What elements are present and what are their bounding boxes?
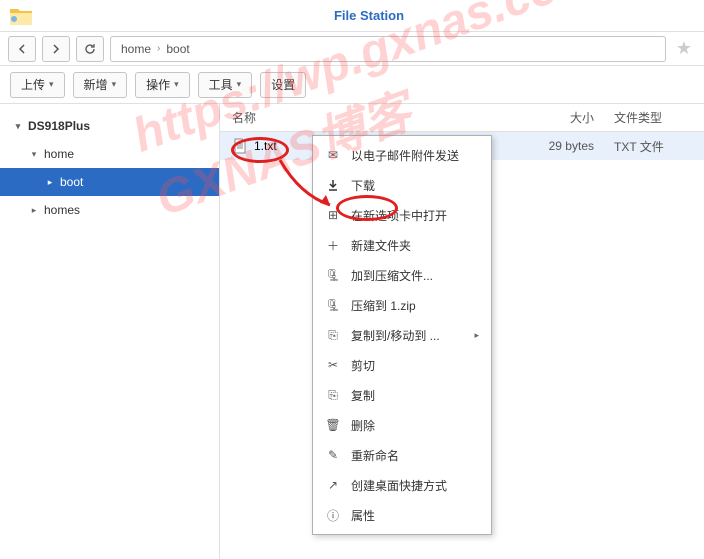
chevron-right-icon: › xyxy=(157,43,160,54)
app-folder-icon xyxy=(8,5,34,27)
new-button[interactable]: 新增▾ xyxy=(73,72,128,98)
menu-send-email[interactable]: ✉以电子邮件附件发送 xyxy=(313,140,491,170)
plus-box-icon: ⊞ xyxy=(325,207,341,223)
menu-properties[interactable]: ⓘ属性 xyxy=(313,500,491,530)
tree-homes[interactable]: ▸ homes xyxy=(0,196,219,224)
text-file-icon xyxy=(232,138,248,154)
app-title: File Station xyxy=(34,8,704,23)
tree-home[interactable]: ▾ home xyxy=(0,140,219,168)
trash-icon: 🗑 xyxy=(325,417,341,433)
sidebar: ▾ DS918Plus ▾ home ▸ boot ▸ homes xyxy=(0,104,220,559)
menu-shortcut[interactable]: ↗创建桌面快捷方式 xyxy=(313,470,491,500)
file-name: 1.txt xyxy=(254,139,277,153)
chevron-right-icon: ▸ xyxy=(474,330,479,341)
forward-button[interactable] xyxy=(42,36,70,62)
link-icon: ↗ xyxy=(325,477,341,493)
move-icon: ⎘ xyxy=(325,327,341,343)
menu-compress-to[interactable]: 🗜压缩到 1.zip xyxy=(313,290,491,320)
breadcrumb-boot[interactable]: boot xyxy=(166,42,189,56)
chevron-right-icon: ▸ xyxy=(44,177,56,188)
menu-copy-move[interactable]: ⎘复制到/移动到 ...▸ xyxy=(313,320,491,350)
file-type: TXT 文件 xyxy=(604,138,704,155)
action-button[interactable]: 操作▾ xyxy=(135,72,190,98)
download-icon xyxy=(325,177,341,193)
menu-open-new-tab[interactable]: ⊞在新选项卡中打开 xyxy=(313,200,491,230)
cut-icon: ✂ xyxy=(325,357,341,373)
upload-button[interactable]: 上传▾ xyxy=(10,72,65,98)
file-size: 29 bytes xyxy=(524,139,604,153)
chevron-down-icon: ▾ xyxy=(12,121,24,132)
file-list: 名称 大小 文件类型 1.txt 29 bytes TXT 文件 ✉以电子邮件附… xyxy=(220,104,704,559)
column-size[interactable]: 大小 xyxy=(524,109,604,126)
menu-add-archive[interactable]: 🗜加到压缩文件... xyxy=(313,260,491,290)
archive-icon: 🗜 xyxy=(325,297,341,313)
tools-button[interactable]: 工具▾ xyxy=(198,72,253,98)
info-icon: ⓘ xyxy=(325,507,341,523)
back-button[interactable] xyxy=(8,36,36,62)
settings-button[interactable]: 设置 xyxy=(260,72,306,98)
menu-rename[interactable]: ✎重新命名 xyxy=(313,440,491,470)
context-menu: ✉以电子邮件附件发送 下载 ⊞在新选项卡中打开 ＋新建文件夹 🗜加到压缩文件..… xyxy=(312,135,492,535)
menu-cut[interactable]: ✂剪切 xyxy=(313,350,491,380)
archive-icon: 🗜 xyxy=(325,267,341,283)
menu-delete[interactable]: 🗑删除 xyxy=(313,410,491,440)
menu-copy[interactable]: ⎘复制 xyxy=(313,380,491,410)
column-type[interactable]: 文件类型 xyxy=(604,109,704,126)
plus-icon: ＋ xyxy=(325,237,341,253)
menu-download[interactable]: 下载 xyxy=(313,170,491,200)
refresh-button[interactable] xyxy=(76,36,104,62)
chevron-right-icon: ▸ xyxy=(28,205,40,216)
breadcrumb-home[interactable]: home xyxy=(121,42,151,56)
star-icon[interactable]: ★ xyxy=(672,38,696,59)
mail-icon: ✉ xyxy=(325,147,341,163)
copy-icon: ⎘ xyxy=(325,387,341,403)
edit-icon: ✎ xyxy=(325,447,341,463)
tree-boot[interactable]: ▸ boot xyxy=(0,168,219,196)
chevron-down-icon: ▾ xyxy=(28,149,40,160)
tree-root[interactable]: ▾ DS918Plus xyxy=(0,112,219,140)
breadcrumb: home › boot xyxy=(110,36,666,62)
menu-new-folder[interactable]: ＋新建文件夹 xyxy=(313,230,491,260)
column-name[interactable]: 名称 xyxy=(220,109,524,126)
